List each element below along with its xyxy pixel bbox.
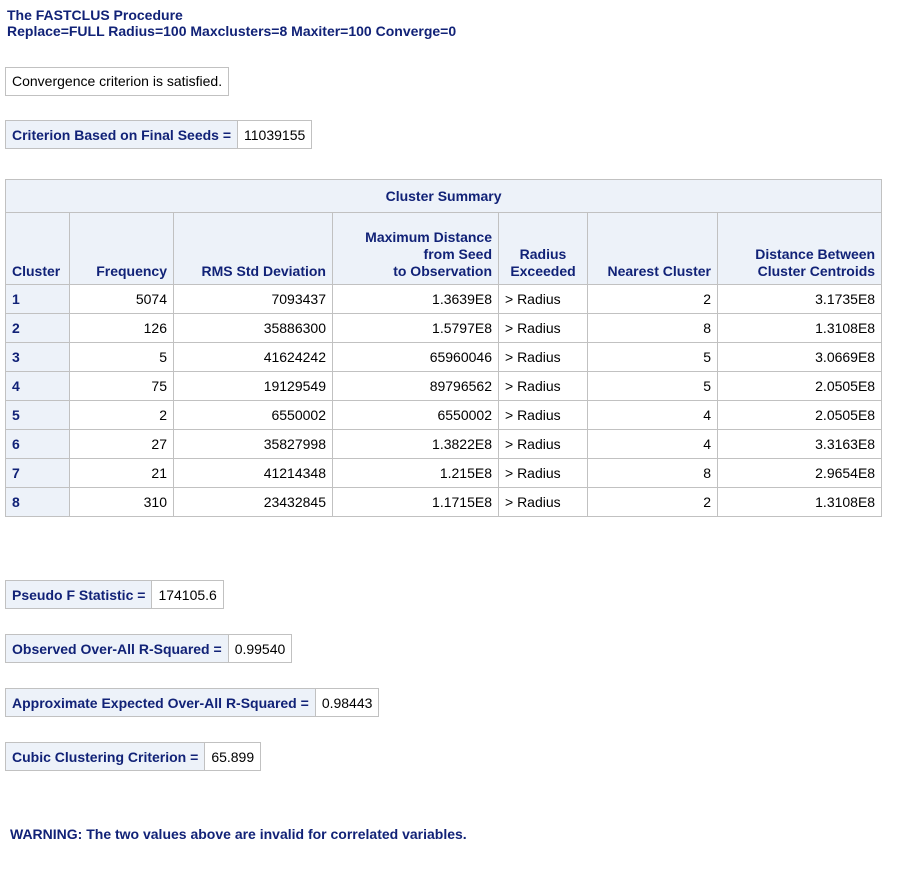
cell-distance-between-centroids: 2.0505E8 — [716, 400, 883, 430]
cell-nearest-cluster: 2 — [587, 284, 718, 314]
cell-cluster: 5 — [5, 400, 70, 430]
cell-rms-std-deviation: 6550002 — [173, 400, 333, 430]
warning-message: WARNING: The two values above are invali… — [10, 826, 467, 842]
cell-rms-std-deviation: 35827998 — [173, 429, 333, 459]
cell-frequency: 126 — [69, 313, 174, 343]
cell-distance-between-centroids: 2.9654E8 — [716, 458, 883, 488]
cell-radius-exceeded: > Radius — [498, 429, 588, 459]
ccc-box: Cubic Clustering Criterion = 65.899 — [4, 742, 262, 771]
cell-frequency: 2 — [69, 400, 174, 430]
cell-rms-std-deviation: 41624242 — [173, 342, 333, 372]
table-row: 1 5074 7093437 1.3639E8 > Radius 2 3.1735E8 — [5, 284, 883, 314]
observed-r2-box: Observed Over-All R-Squared = 0.99540 — [5, 634, 293, 663]
cell-cluster: 8 — [5, 487, 70, 517]
criterion-final-seeds-value: 11039155 — [237, 120, 313, 149]
cell-frequency: 75 — [69, 371, 174, 401]
cell-max-distance: 89796562 — [332, 371, 499, 401]
ccc-label: Cubic Clustering Criterion = — [4, 742, 206, 771]
observed-r2-value: 0.99540 — [227, 634, 293, 663]
cell-max-distance: 6550002 — [332, 400, 499, 430]
procedure-title-block: The FASTCLUS Procedure Replace=FULL Radi… — [7, 7, 456, 39]
cell-radius-exceeded: > Radius — [498, 458, 588, 488]
cell-radius-exceeded: > Radius — [498, 400, 588, 430]
cell-distance-between-centroids: 3.3163E8 — [716, 429, 883, 459]
cell-nearest-cluster: 2 — [587, 487, 718, 517]
cell-distance-between-centroids: 2.0505E8 — [716, 371, 883, 401]
observed-r2-label: Observed Over-All R-Squared = — [5, 634, 229, 663]
cell-frequency: 27 — [69, 429, 174, 459]
cell-nearest-cluster: 5 — [587, 371, 718, 401]
cell-cluster: 3 — [5, 342, 70, 372]
criterion-final-seeds-label: Criterion Based on Final Seeds = — [4, 120, 239, 149]
expected-r2-value: 0.98443 — [314, 688, 380, 717]
cell-cluster: 1 — [5, 284, 70, 314]
column-header-max-distance: Maximum Distance from Seed to Observatio… — [332, 212, 499, 285]
table-row: 2 126 35886300 1.5797E8 > Radius 8 1.3108E8 — [5, 313, 883, 343]
cell-nearest-cluster: 5 — [587, 342, 718, 372]
table-row: 4 75 19129549 89796562 > Radius 5 2.0505E8 — [5, 371, 883, 401]
cell-distance-between-centroids: 3.0669E8 — [716, 342, 883, 372]
cell-radius-exceeded: > Radius — [498, 487, 588, 517]
cell-frequency: 5074 — [69, 284, 174, 314]
cell-distance-between-centroids: 3.1735E8 — [716, 284, 883, 314]
cell-rms-std-deviation: 35886300 — [173, 313, 333, 343]
column-header-frequency: Frequency — [69, 212, 174, 285]
cluster-summary-caption: Cluster Summary — [4, 179, 883, 213]
procedure-options: Replace=FULL Radius=100 Maxclusters=8 Ma… — [7, 23, 457, 39]
pseudo-f-label: Pseudo F Statistic = — [4, 580, 153, 609]
expected-r2-label: Approximate Expected Over-All R-Squared … — [5, 688, 316, 717]
cell-max-distance: 65960046 — [332, 342, 499, 372]
cell-max-distance: 1.3639E8 — [332, 284, 499, 314]
column-header-cluster: Cluster — [5, 212, 70, 285]
cluster-summary-header-row: Cluster Frequency RMS Std Deviation Maximum… — [5, 212, 883, 285]
column-header-rms-std-deviation: RMS Std Deviation — [173, 212, 333, 285]
cell-nearest-cluster: 8 — [587, 313, 718, 343]
cluster-summary-body: 1 5074 7093437 1.3639E8 > Radius 2 3.1735E8 2 12… — [5, 284, 883, 517]
cluster-summary-table: Cluster Summary Cluster Frequency RMS Std … — [4, 179, 883, 517]
expected-r2-box: Approximate Expected Over-All R-Squared … — [5, 688, 380, 717]
cell-cluster: 6 — [5, 429, 70, 459]
cell-max-distance: 1.215E8 — [332, 458, 499, 488]
cell-nearest-cluster: 8 — [587, 458, 718, 488]
cell-max-distance: 1.5797E8 — [332, 313, 499, 343]
column-header-nearest-cluster: Nearest Cluster — [587, 212, 718, 285]
cell-rms-std-deviation: 7093437 — [173, 284, 333, 314]
cell-distance-between-centroids: 1.3108E8 — [716, 487, 883, 517]
cell-radius-exceeded: > Radius — [498, 371, 588, 401]
cell-cluster: 7 — [5, 458, 70, 488]
column-header-radius-exceeded: Radius Exceeded — [498, 212, 588, 285]
criterion-final-seeds-box: Criterion Based on Final Seeds = 1103915… — [4, 120, 313, 149]
cell-frequency: 5 — [69, 342, 174, 372]
pseudo-f-box: Pseudo F Statistic = 174105.6 — [4, 580, 224, 609]
cell-rms-std-deviation: 23432845 — [173, 487, 333, 517]
cell-cluster: 2 — [5, 313, 70, 343]
ccc-value: 65.899 — [204, 742, 262, 771]
table-row: 7 21 41214348 1.215E8 > Radius 8 2.9654E8 — [5, 458, 883, 488]
cell-radius-exceeded: > Radius — [498, 313, 588, 343]
cell-max-distance: 1.3822E8 — [332, 429, 499, 459]
table-row: 3 5 41624242 65960046 > Radius 5 3.0669E8 — [5, 342, 883, 372]
cell-max-distance: 1.1715E8 — [332, 487, 499, 517]
cell-frequency: 310 — [69, 487, 174, 517]
procedure-title: The FASTCLUS Procedure — [7, 7, 183, 23]
cell-rms-std-deviation: 41214348 — [173, 458, 333, 488]
column-header-distance-between-centroids: Distance Between Cluster Centroids — [716, 212, 883, 285]
cell-frequency: 21 — [69, 458, 174, 488]
cell-distance-between-centroids: 1.3108E8 — [716, 313, 883, 343]
cell-radius-exceeded: > Radius — [498, 284, 588, 314]
table-row: 6 27 35827998 1.3822E8 > Radius 4 3.3163E8 — [5, 429, 883, 459]
cell-rms-std-deviation: 19129549 — [173, 371, 333, 401]
cell-nearest-cluster: 4 — [587, 429, 718, 459]
convergence-note: Convergence criterion is satisfied. — [5, 67, 230, 96]
pseudo-f-value: 174105.6 — [151, 580, 224, 609]
cell-radius-exceeded: > Radius — [498, 342, 588, 372]
cell-cluster: 4 — [5, 371, 70, 401]
table-row: 8 310 23432845 1.1715E8 > Radius 2 1.3108E8 — [5, 487, 883, 517]
table-row: 5 2 6550002 6550002 > Radius 4 2.0505E8 — [5, 400, 883, 430]
cell-nearest-cluster: 4 — [587, 400, 718, 430]
